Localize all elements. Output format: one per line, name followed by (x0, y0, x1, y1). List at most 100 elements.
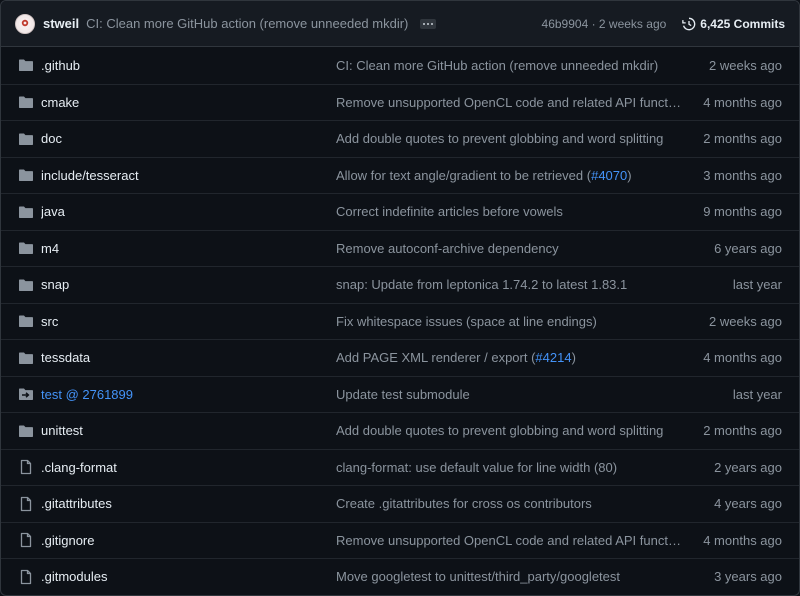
file-commit-message[interactable]: Add double quotes to prevent globbing an… (336, 423, 681, 438)
commit-message-text: Remove unsupported OpenCL code and relat… (336, 532, 681, 548)
commit-message-text: Remove autoconf-archive dependency (336, 240, 559, 256)
file-commit-message[interactable]: Correct indefinite articles before vowel… (336, 204, 681, 219)
folder-icon (18, 313, 34, 329)
file-commit-message[interactable]: Move googletest to unittest/third_party/… (336, 569, 681, 584)
file-row[interactable]: .clang-format clang-format: use default v… (1, 448, 799, 486)
expand-commit-button[interactable] (420, 18, 437, 29)
file-commit-message[interactable]: Remove unsupported OpenCL code and relat… (336, 533, 681, 548)
commit-message-text: Add double quotes to prevent globbing an… (336, 423, 664, 439)
commit-message-text: Allow for text angle/gradient to be retr… (336, 167, 592, 183)
commit-age[interactable]: 6 years ago (681, 241, 782, 256)
commit-message-text: snap: Update from leptonica 1.74.2 to la… (336, 277, 628, 293)
file-name-link[interactable]: .gitmodules (41, 569, 336, 584)
pull-request-link[interactable]: #4070 (591, 168, 627, 183)
commit-age[interactable]: 2 weeks ago (681, 58, 782, 73)
latest-commit-bar: stweil CI: Clean more GitHub action (rem… (1, 1, 799, 47)
file-name-link[interactable]: .clang-format (41, 460, 336, 475)
commit-age[interactable]: 2 years ago (681, 460, 782, 475)
commit-age[interactable]: 4 years ago (681, 496, 782, 511)
commit-message-text: Create .gitattributes for cross os contr… (336, 496, 592, 512)
commit-age[interactable]: 3 months ago (681, 168, 782, 183)
folder-icon (18, 94, 34, 110)
file-icon (18, 569, 34, 585)
folder-icon (18, 240, 34, 256)
file-row[interactable]: tessdata Add PAGE XML renderer / export (… (1, 339, 799, 376)
file-row[interactable]: cmake Remove unsupported OpenCL code and … (1, 83, 799, 121)
folder-icon (18, 131, 34, 147)
file-name-link[interactable]: doc (41, 131, 336, 146)
file-commit-message[interactable]: Fix whitespace issues (space at line end… (336, 314, 681, 329)
folder-icon (18, 204, 34, 220)
commit-message-suffix: ) (627, 167, 632, 183)
file-commit-message[interactable]: Remove autoconf-archive dependency (336, 241, 681, 256)
file-icon (18, 532, 34, 548)
file-row[interactable]: .gitattributes Create .gitattributes for … (1, 485, 799, 522)
commit-message-text: Fix whitespace issues (space at line end… (336, 313, 597, 329)
file-commit-message[interactable]: Add PAGE XML renderer / export (#4214) (336, 350, 681, 365)
dot-icon (427, 22, 430, 25)
commit-age[interactable]: last year (681, 277, 782, 292)
file-commit-message[interactable]: Create .gitattributes for cross os contr… (336, 496, 681, 511)
file-name-link[interactable]: tessdata (41, 350, 336, 365)
file-icon (18, 496, 34, 512)
commit-message-text: Add PAGE XML renderer / export ( (336, 350, 536, 366)
file-name-link[interactable]: unittest (41, 423, 336, 438)
avatar[interactable] (15, 13, 35, 34)
commit-age[interactable]: 2 months ago (681, 131, 782, 146)
file-name-link[interactable]: .gitattributes (41, 496, 336, 511)
file-row[interactable]: src Fix whitespace issues (space at line … (1, 302, 799, 340)
file-commit-message[interactable]: clang-format: use default value for line… (336, 460, 681, 475)
file-row[interactable]: snap snap: Update from leptonica 1.74.2 t… (1, 266, 799, 303)
file-row[interactable]: doc Add double quotes to prevent globbing… (1, 120, 799, 157)
commit-age[interactable]: 4 months ago (681, 533, 782, 548)
file-commit-message[interactable]: snap: Update from leptonica 1.74.2 to la… (336, 277, 681, 292)
pull-request-link[interactable]: #4214 (535, 350, 571, 365)
commit-count: 6,425 Commits (700, 16, 785, 31)
commit-age[interactable]: last year (681, 387, 782, 402)
commit-age[interactable]: 4 months ago (681, 95, 782, 110)
commit-message-text: Correct indefinite articles before vowel… (336, 204, 563, 220)
commit-sha-date[interactable]: 46b9904 · 2 weeks ago (542, 17, 667, 31)
file-row[interactable]: test @ 2761899 Update test submodule last … (1, 375, 799, 413)
file-name-link[interactable]: .github (41, 58, 336, 73)
file-row[interactable]: include/tesseract Allow for text angle/gr… (1, 156, 799, 194)
file-commit-message[interactable]: CI: Clean more GitHub action (remove unn… (336, 58, 681, 73)
file-name-link[interactable]: include/tesseract (41, 168, 336, 183)
file-row[interactable]: .gitignore Remove unsupported OpenCL code… (1, 521, 799, 559)
file-commit-message[interactable]: Update test submodule (336, 387, 681, 402)
file-name-link[interactable]: java (41, 204, 336, 219)
folder-icon (18, 423, 34, 439)
commit-age[interactable]: 3 years ago (681, 569, 782, 584)
file-name-link[interactable]: test @ 2761899 (41, 387, 336, 402)
commit-age[interactable]: 2 weeks ago (681, 314, 782, 329)
commit-history-link[interactable]: 6,425 Commits (682, 17, 785, 31)
commit-message-text: Remove unsupported OpenCL code and relat… (336, 94, 681, 110)
file-list: .github CI: Clean more GitHub action (rem… (1, 47, 799, 595)
commit-message-suffix: ) (571, 350, 576, 366)
file-commit-message[interactable]: Remove unsupported OpenCL code and relat… (336, 95, 681, 110)
dot-icon (431, 22, 434, 25)
folder-icon (18, 57, 34, 73)
file-name-link[interactable]: snap (41, 277, 336, 292)
file-name-link[interactable]: src (41, 314, 336, 329)
file-name-link[interactable]: m4 (41, 241, 336, 256)
file-row[interactable]: java Correct indefinite articles before v… (1, 193, 799, 230)
folder-icon (18, 167, 34, 183)
commit-age[interactable]: 9 months ago (681, 204, 782, 219)
commit-age[interactable]: 4 months ago (681, 350, 782, 365)
file-commit-message[interactable]: Allow for text angle/gradient to be retr… (336, 168, 681, 183)
dot-icon (423, 22, 426, 25)
commit-age[interactable]: 2 months ago (681, 423, 782, 438)
file-row[interactable]: .gitmodules Move googletest to unittest/t… (1, 558, 799, 595)
latest-commit-message[interactable]: CI: Clean more GitHub action (remove unn… (86, 16, 408, 31)
file-name-link[interactable]: .gitignore (41, 533, 336, 548)
commit-message-text: Update test submodule (336, 386, 470, 402)
commit-message-text: CI: Clean more GitHub action (remove unn… (336, 57, 659, 73)
submodule-icon (18, 386, 34, 402)
file-commit-message[interactable]: Add double quotes to prevent globbing an… (336, 131, 681, 146)
file-row[interactable]: unittest Add double quotes to prevent glo… (1, 412, 799, 449)
file-name-link[interactable]: cmake (41, 95, 336, 110)
file-row[interactable]: m4 Remove autoconf-archive dependency 6 ye… (1, 229, 799, 267)
commit-author[interactable]: stweil (43, 16, 79, 31)
file-row[interactable]: .github CI: Clean more GitHub action (rem… (1, 47, 799, 84)
